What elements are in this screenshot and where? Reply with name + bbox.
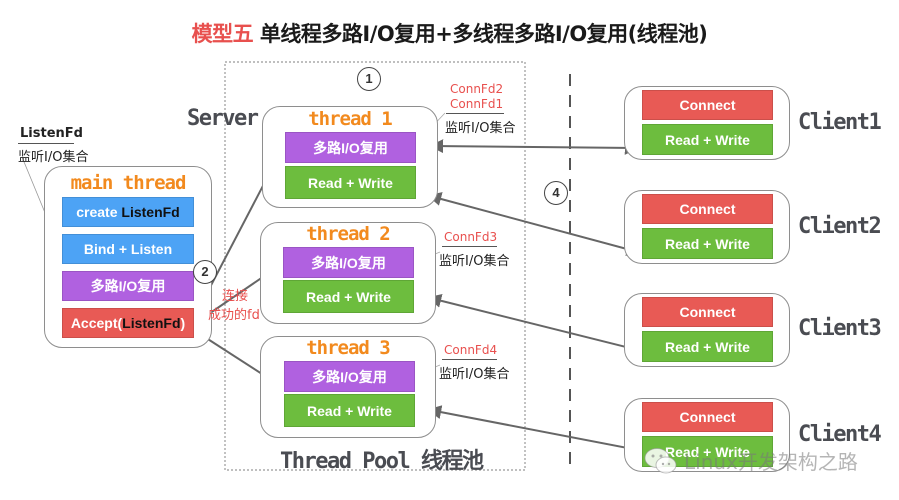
conn-note-line1: 连接 [222, 289, 249, 304]
step-4-marker: 4 [544, 181, 568, 205]
thread-2-caption: 监听I/O集合 [439, 254, 510, 269]
create-listenfd-step: create ListenFd [62, 197, 194, 227]
client-4-label: Client4 [798, 422, 882, 447]
listen-fd-underline [18, 143, 74, 144]
client-4-connect: Connect [642, 402, 773, 432]
thread-3-io-multiplex: 多路I/O复用 [284, 361, 415, 392]
step-text: ) [180, 315, 186, 331]
thread-2-io-multiplex: 多路I/O复用 [283, 247, 414, 278]
bind-listen-step: Bind + Listen [62, 234, 194, 264]
thread-3-title: thread 3 [306, 337, 391, 359]
client-3-connect: Connect [642, 297, 773, 327]
wechat-icon [644, 447, 677, 473]
step-2-marker: 2 [193, 260, 217, 284]
thread-pool-label: Thread Pool 线程池 [280, 449, 484, 474]
thread-3-connfd-a: ConnFd4 [444, 343, 498, 357]
client-3-read-write: Read + Write [642, 331, 773, 362]
thread-1-fd-underline [446, 113, 504, 114]
client-2-label: Client2 [798, 214, 882, 239]
watermark: Linux开发架构之路 [644, 446, 858, 475]
thread-3-fd-underline [442, 359, 497, 360]
link-thread1-client1 [429, 139, 639, 155]
server-label: Server [187, 106, 259, 131]
step-text: Accept( [70, 315, 123, 331]
step-text: create [76, 204, 118, 220]
thread-2-fd-underline [442, 246, 497, 247]
listen-set-caption: 监听I/O集合 [18, 150, 89, 165]
thread-3-caption: 监听I/O集合 [439, 367, 510, 382]
main-io-multiplex-step: 多路I/O复用 [62, 271, 194, 301]
thread-2-title: thread 2 [306, 223, 391, 245]
step-emph: ListenFd [121, 204, 180, 220]
client-1-label: Client1 [798, 110, 882, 135]
client-3-label: Client3 [798, 316, 882, 341]
thread-1-connfd-a: ConnFd2 [450, 82, 504, 96]
thread-2-read-write: Read + Write [283, 280, 414, 313]
listen-fd-label: ListenFd [20, 126, 83, 141]
step-emph: ListenFd [122, 315, 181, 331]
client-2-connect: Connect [642, 194, 773, 224]
main-thread-title: main thread [70, 172, 187, 194]
thread-3-read-write: Read + Write [284, 394, 415, 427]
client-1-connect: Connect [642, 90, 773, 120]
thread-1-connfd-b: ConnFd1 [450, 97, 504, 111]
step-1-marker: 1 [357, 67, 381, 91]
conn-note-line2: 成功的fd [208, 308, 260, 323]
thread-1-io-multiplex: 多路I/O复用 [285, 132, 416, 163]
thread-1-read-write: Read + Write [285, 166, 416, 199]
client-1-read-write: Read + Write [642, 124, 773, 155]
client-2-read-write: Read + Write [642, 228, 773, 259]
thread-1-caption: 监听I/O集合 [445, 121, 516, 136]
thread-2-connfd-a: ConnFd3 [444, 230, 498, 244]
watermark-text: Linux开发架构之路 [684, 450, 858, 474]
thread-1-title: thread 1 [308, 108, 393, 130]
accept-step: Accept(ListenFd) [62, 308, 194, 338]
